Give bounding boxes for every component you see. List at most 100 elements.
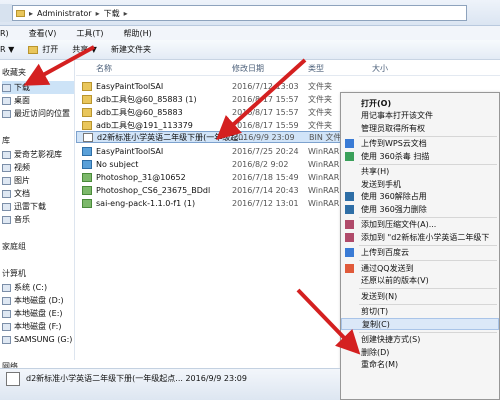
nav-favorites[interactable]: 收藏夹 (2, 66, 26, 79)
nav-homegroup[interactable]: 家庭组 (2, 240, 26, 253)
organize-button[interactable]: R ▼ (0, 45, 14, 54)
toolbar: R ▼ 打开 共享 ▼ 新建文件夹 (0, 40, 500, 60)
nav-drive-e[interactable]: 本地磁盘 (E:) (2, 307, 63, 320)
new-folder-button[interactable]: 新建文件夹 (111, 44, 151, 55)
nav-iqiyi[interactable]: 爱奇艺影视库 (2, 148, 62, 161)
context-menu-label: 上传到百度云 (361, 248, 409, 257)
nav-downloads[interactable]: 下载 (2, 81, 74, 94)
context-menu-item[interactable]: 上传到WPS云文档 (341, 138, 499, 150)
file-row[interactable]: EasyPaintToolSAI 2016/7/12 13:03 文件夹 (76, 80, 500, 92)
context-menu-item[interactable]: 使用 360强力删除 (341, 203, 499, 215)
menu-item-icon (345, 263, 354, 273)
menu-separator (359, 288, 497, 289)
menu-item-icon (345, 220, 354, 229)
column-size[interactable]: 大小 (372, 63, 388, 74)
nav-pictures[interactable]: 图片 (2, 174, 30, 187)
archive-icon (82, 172, 92, 182)
status-text: d2新标准小学英语二年级下册(一年级起点... 2016/9/9 23:09 (26, 374, 247, 383)
context-menu-item[interactable]: 共享(H) (341, 166, 499, 178)
nav-documents[interactable]: 文档 (2, 187, 30, 200)
menu-separator (359, 331, 497, 333)
menu-item-icon (345, 139, 354, 148)
drive-icon (2, 296, 11, 305)
open-button[interactable]: 打开 (28, 44, 58, 55)
nav-drive-f[interactable]: 本地磁盘 (F:) (2, 320, 61, 333)
menu-bar: R) 查看(V) 工具(T) 帮助(H) (0, 26, 500, 40)
drive-icon (2, 309, 11, 318)
context-menu-label: 打开(O) (361, 98, 392, 108)
context-menu-label: 重命名(M) (361, 360, 399, 369)
context-menu-label: 使用 360解除占用 (361, 192, 427, 201)
archive-icon (82, 198, 92, 208)
video-icon (2, 163, 11, 172)
nav-computer[interactable]: 计算机 (2, 267, 26, 280)
chevron-right-icon[interactable]: ▸ (96, 9, 100, 18)
menu-separator (359, 135, 497, 137)
context-menu-item[interactable]: 复制(C) (341, 318, 499, 330)
context-menu-item[interactable]: 管理员取得所有权 (341, 122, 499, 134)
nav-libraries[interactable]: 库 (2, 134, 10, 147)
context-menu-item[interactable]: 使用 360杀毒 扫描 (341, 150, 499, 162)
context-menu-item[interactable]: 发送到(N) (341, 290, 499, 302)
menu-item[interactable]: R) (0, 29, 9, 38)
context-menu-item[interactable]: 重命名(M) (341, 359, 499, 371)
context-menu-label: 创建快捷方式(S) (361, 335, 421, 344)
context-menu-label: 使用 360杀毒 扫描 (361, 151, 430, 161)
context-menu-label: 添加到 "d2新标准小学英语二年级下 (361, 232, 490, 242)
menu-view[interactable]: 查看(V) (29, 28, 57, 39)
context-menu-item[interactable]: 使用 360解除占用 (341, 191, 499, 203)
context-menu-label: 通过QQ发送到 (361, 263, 414, 273)
context-menu-item[interactable]: 用记事本打开该文件 (341, 110, 499, 122)
context-menu-item[interactable]: 创建快捷方式(S) (341, 334, 499, 346)
nav-drive-g[interactable]: SAMSUNG (G:) (2, 333, 72, 346)
back-button[interactable] (0, 4, 12, 22)
context-menu-item[interactable]: 还原以前的版本(V) (341, 275, 499, 287)
breadcrumb-administrator[interactable]: Administrator (37, 9, 92, 18)
chevron-right-icon[interactable]: ▸ (29, 9, 33, 18)
context-menu-label: 剪切(T) (361, 307, 389, 316)
menu-tools[interactable]: 工具(T) (76, 28, 103, 39)
context-menu-item[interactable]: 剪切(T) (341, 306, 499, 318)
context-menu-item[interactable]: 添加到压缩文件(A)... (341, 219, 499, 231)
menu-help[interactable]: 帮助(H) (124, 28, 152, 39)
menu-separator (359, 260, 497, 261)
context-menu-label: 发送到(N) (361, 291, 398, 301)
breadcrumb-downloads[interactable]: 下载 (104, 8, 120, 19)
library-icon (2, 150, 11, 159)
context-menu-label: 上传到WPS云文档 (361, 139, 427, 148)
menu-separator (359, 163, 497, 165)
context-menu-label: 用记事本打开该文件 (361, 111, 433, 120)
nav-videos[interactable]: 视频 (2, 161, 30, 174)
menu-item-icon (345, 192, 354, 201)
music-icon (2, 215, 11, 224)
status-bar: d2新标准小学英语二年级下册(一年级起点... 2016/9/9 23:09 (0, 368, 340, 400)
nav-drive-c[interactable]: 系统 (C:) (2, 281, 47, 294)
archive-icon (82, 159, 92, 169)
nav-desktop[interactable]: 桌面 (2, 94, 30, 107)
folder-icon (16, 9, 25, 17)
address-input[interactable]: ▸ Administrator ▸ 下载 ▸ (12, 5, 467, 21)
chevron-right-icon[interactable]: ▸ (124, 9, 128, 18)
share-button[interactable]: 共享 ▼ (72, 44, 97, 55)
context-menu-item[interactable]: 发送到手机 (341, 178, 499, 190)
open-icon (28, 45, 39, 54)
nav-xunlei[interactable]: 迅雷下载 (2, 200, 46, 213)
address-bar: ▸ Administrator ▸ 下载 ▸ (0, 0, 500, 26)
menu-item-icon (345, 248, 354, 257)
context-menu-item[interactable]: 添加到 "d2新标准小学英语二年级下 (341, 231, 499, 243)
menu-item-icon (345, 232, 354, 242)
context-menu-item[interactable]: 通过QQ发送到 (341, 262, 499, 274)
folder-icon (82, 94, 92, 104)
nav-recent[interactable]: 最近访问的位置 (2, 107, 70, 120)
download-folder-icon (2, 83, 11, 92)
column-date[interactable]: 修改日期 (232, 63, 264, 74)
column-name[interactable]: 名称 (96, 63, 112, 74)
menu-separator (359, 303, 497, 305)
file-icon (6, 372, 20, 386)
context-menu-item[interactable]: 打开(O) (341, 97, 499, 109)
context-menu-item[interactable]: 删除(D) (341, 346, 499, 358)
column-type[interactable]: 类型 (308, 63, 324, 74)
nav-drive-d[interactable]: 本地磁盘 (D:) (2, 294, 64, 307)
nav-music[interactable]: 音乐 (2, 213, 30, 226)
context-menu-item[interactable]: 上传到百度云 (341, 247, 499, 259)
